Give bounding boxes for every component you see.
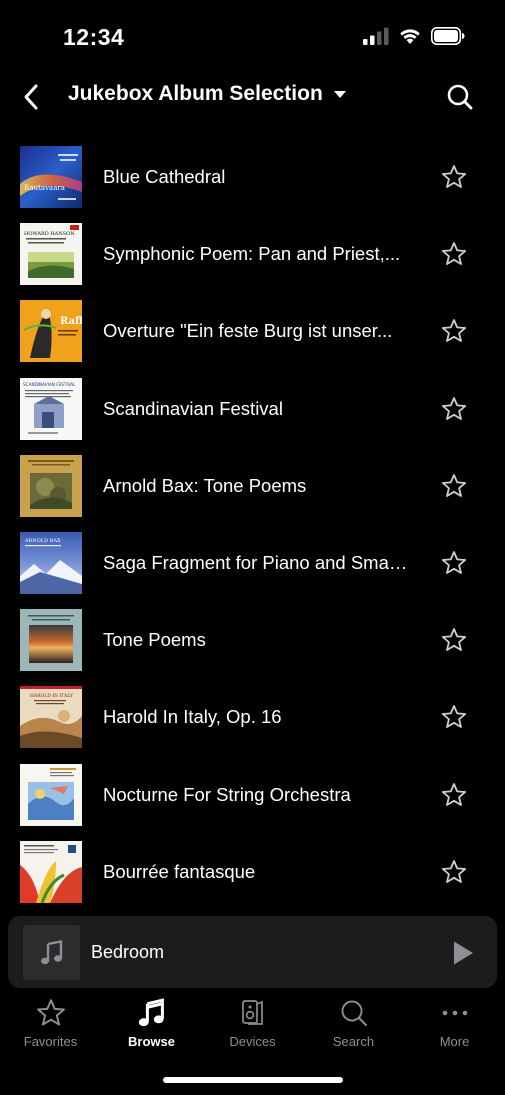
- search-icon: [341, 1000, 367, 1026]
- album-row[interactable]: Arnold Bax: Tone Poems: [0, 448, 505, 525]
- tab-label: Favorites: [23, 1034, 78, 1049]
- svg-text:HOWARD HANSON: HOWARD HANSON: [24, 231, 75, 237]
- favorite-button[interactable]: [438, 161, 470, 193]
- search-button[interactable]: [443, 80, 477, 114]
- album-list: Rautavaara Blue Cathedral HOWARD HANSON …: [0, 139, 505, 911]
- music-note-icon: [40, 939, 62, 964]
- tab-bar: Favorites Browse Devices Search More: [0, 996, 505, 1056]
- status-bar: 12:34: [0, 0, 505, 76]
- favorite-button[interactable]: [438, 547, 470, 579]
- album-title: Harold In Italy, Op. 16: [103, 706, 282, 728]
- star-outline-icon: [441, 242, 467, 266]
- status-icons: [363, 27, 465, 45]
- album-art: HOWARD HANSON: [20, 223, 82, 286]
- tab-devices[interactable]: Devices: [202, 996, 303, 1056]
- album-art: [20, 454, 82, 517]
- favorite-button[interactable]: [438, 470, 470, 502]
- more-icon: [442, 1010, 467, 1016]
- album-title: Arnold Bax: Tone Poems: [103, 474, 307, 496]
- tab-search[interactable]: Search: [303, 996, 404, 1056]
- title-dropdown[interactable]: Jukebox Album Selection: [68, 82, 347, 106]
- back-button[interactable]: [14, 80, 48, 114]
- favorite-button[interactable]: [438, 856, 470, 888]
- star-icon: [36, 999, 65, 1026]
- svg-text:SCANDINAVIAN FESTIVAL: SCANDINAVIAN FESTIVAL: [23, 382, 76, 387]
- signal-icon: [363, 27, 389, 45]
- mini-player-room: Bedroom: [91, 942, 165, 962]
- favorite-button[interactable]: [438, 624, 470, 656]
- star-outline-icon: [441, 859, 467, 883]
- favorite-button[interactable]: [438, 238, 470, 270]
- mini-player[interactable]: Bedroom: [8, 916, 497, 988]
- speaker-icon: [241, 1000, 263, 1025]
- star-outline-icon: [441, 473, 467, 497]
- star-outline-icon: [441, 396, 467, 420]
- album-art: Raff: [20, 300, 82, 363]
- tab-label: More: [439, 1034, 470, 1049]
- favorite-button[interactable]: [438, 701, 470, 733]
- svg-text:Rautavaara: Rautavaara: [24, 184, 65, 192]
- album-row[interactable]: Tone Poems: [0, 602, 505, 679]
- wifi-icon: [400, 29, 420, 44]
- star-outline-icon: [441, 628, 467, 652]
- album-row[interactable]: SCANDINAVIAN FESTIVAL Scandinavian Festi…: [0, 371, 505, 448]
- home-indicator: [163, 1077, 343, 1083]
- caret-down-icon: [333, 91, 346, 98]
- mini-player-art: [23, 925, 80, 980]
- album-art: SCANDINAVIAN FESTIVAL: [20, 377, 82, 440]
- star-outline-icon: [441, 319, 467, 343]
- tab-label: Browse: [128, 1034, 175, 1049]
- favorite-button[interactable]: [438, 315, 470, 347]
- album-row[interactable]: Nocturne For String Orchestra: [0, 757, 505, 834]
- album-art: HAROLD IN ITALY: [20, 686, 82, 749]
- star-outline-icon: [441, 782, 467, 806]
- album-title: Bourrée fantasque: [103, 860, 256, 882]
- svg-text:HAROLD IN ITALY: HAROLD IN ITALY: [30, 693, 74, 699]
- favorite-button[interactable]: [438, 393, 470, 425]
- header: Jukebox Album Selection: [0, 76, 505, 120]
- album-title: Tone Poems: [103, 629, 206, 651]
- search-icon: [447, 84, 473, 110]
- album-title: Blue Cathedral: [103, 166, 226, 187]
- album-art: [20, 609, 82, 672]
- star-outline-icon: [441, 165, 467, 188]
- tab-more[interactable]: More: [404, 996, 505, 1056]
- album-row[interactable]: ARNOLD BAX Saga Fragment for Piano and S…: [0, 525, 505, 602]
- tab-label: Search: [332, 1034, 375, 1049]
- tab-label: Devices: [229, 1034, 276, 1049]
- album-art: [20, 763, 82, 826]
- page-title: Jukebox Album Selection: [68, 82, 323, 105]
- album-row[interactable]: Bourrée fantasque: [0, 834, 505, 911]
- album-row[interactable]: Raff Overture "Ein feste Burg ist unser.…: [0, 293, 505, 370]
- star-outline-icon: [441, 551, 467, 574]
- play-icon: [454, 941, 473, 965]
- album-title: Nocturne For String Orchestra: [103, 783, 351, 805]
- album-title: Symphonic Poem: Pan and Priest,...: [103, 243, 401, 265]
- svg-text:Raff: Raff: [60, 316, 82, 327]
- play-button[interactable]: [447, 937, 479, 969]
- album-title: Saga Fragment for Piano and Smal...: [103, 551, 408, 573]
- album-art: [20, 840, 82, 903]
- album-row[interactable]: Rautavaara Blue Cathedral: [0, 139, 505, 216]
- album-art: Rautavaara: [20, 146, 82, 208]
- album-row[interactable]: HOWARD HANSON Symphonic Poem: Pan and Pr…: [0, 216, 505, 293]
- svg-text:ARNOLD BAX: ARNOLD BAX: [24, 538, 61, 544]
- battery-icon: [431, 27, 465, 45]
- chevron-left-icon: [24, 84, 38, 110]
- tab-favorites[interactable]: Favorites: [0, 996, 101, 1056]
- favorite-button[interactable]: [438, 779, 470, 811]
- album-title: Overture "Ein feste Burg ist unser...: [103, 320, 393, 342]
- album-row[interactable]: HAROLD IN ITALY Harold In Italy, Op. 16: [0, 679, 505, 756]
- status-time: 12:34: [63, 24, 125, 50]
- music-note-icon: [138, 998, 164, 1027]
- tab-browse[interactable]: Browse: [101, 996, 202, 1056]
- album-art: ARNOLD BAX: [20, 531, 82, 594]
- star-outline-icon: [441, 705, 467, 729]
- album-title: Scandinavian Festival: [103, 397, 283, 419]
